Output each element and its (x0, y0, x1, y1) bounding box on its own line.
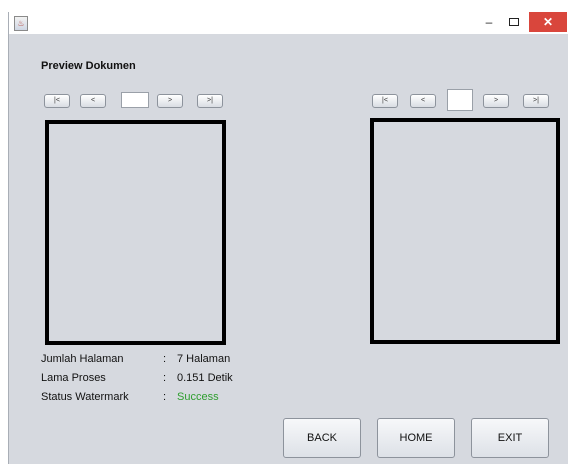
left-next-page-button[interactable]: > (157, 94, 183, 108)
right-last-page-button[interactable]: >| (523, 94, 549, 108)
left-prev-page-button[interactable]: < (80, 94, 106, 108)
left-last-page-button[interactable]: >| (197, 94, 223, 108)
minimize-button[interactable]: – (477, 12, 501, 32)
back-button[interactable]: BACK (283, 418, 361, 458)
time-label: Lama Proses (41, 372, 106, 384)
right-page-input[interactable] (447, 89, 473, 111)
page-title: Preview Dokumen (41, 60, 136, 72)
right-next-page-button[interactable]: > (483, 94, 509, 108)
status-label: Status Watermark (41, 391, 129, 403)
separator: : (163, 353, 167, 365)
separator: : (163, 391, 167, 403)
left-first-page-button[interactable]: |< (44, 94, 70, 108)
separator: : (163, 372, 167, 384)
pages-label: Jumlah Halaman (41, 353, 124, 365)
java-app-icon: ♨ (14, 16, 28, 31)
status-value: Success (177, 391, 219, 403)
right-first-page-button[interactable]: |< (372, 94, 398, 108)
exit-button[interactable]: EXIT (471, 418, 549, 458)
title-bar: ♨ – ✕ (9, 12, 568, 34)
maximize-button[interactable] (502, 12, 526, 32)
maximize-icon (509, 18, 519, 26)
time-value: 0.151 Detik (177, 372, 233, 384)
close-button[interactable]: ✕ (529, 12, 567, 32)
pages-value: 7 Halaman (177, 353, 231, 365)
left-page-input[interactable] (121, 92, 149, 108)
right-prev-page-button[interactable]: < (410, 94, 436, 108)
right-document-preview (370, 118, 560, 344)
home-button[interactable]: HOME (377, 418, 455, 458)
left-document-preview (45, 120, 226, 345)
application-window: ♨ – ✕ Preview Dokumen |< < > >| |< < > >… (8, 12, 568, 464)
